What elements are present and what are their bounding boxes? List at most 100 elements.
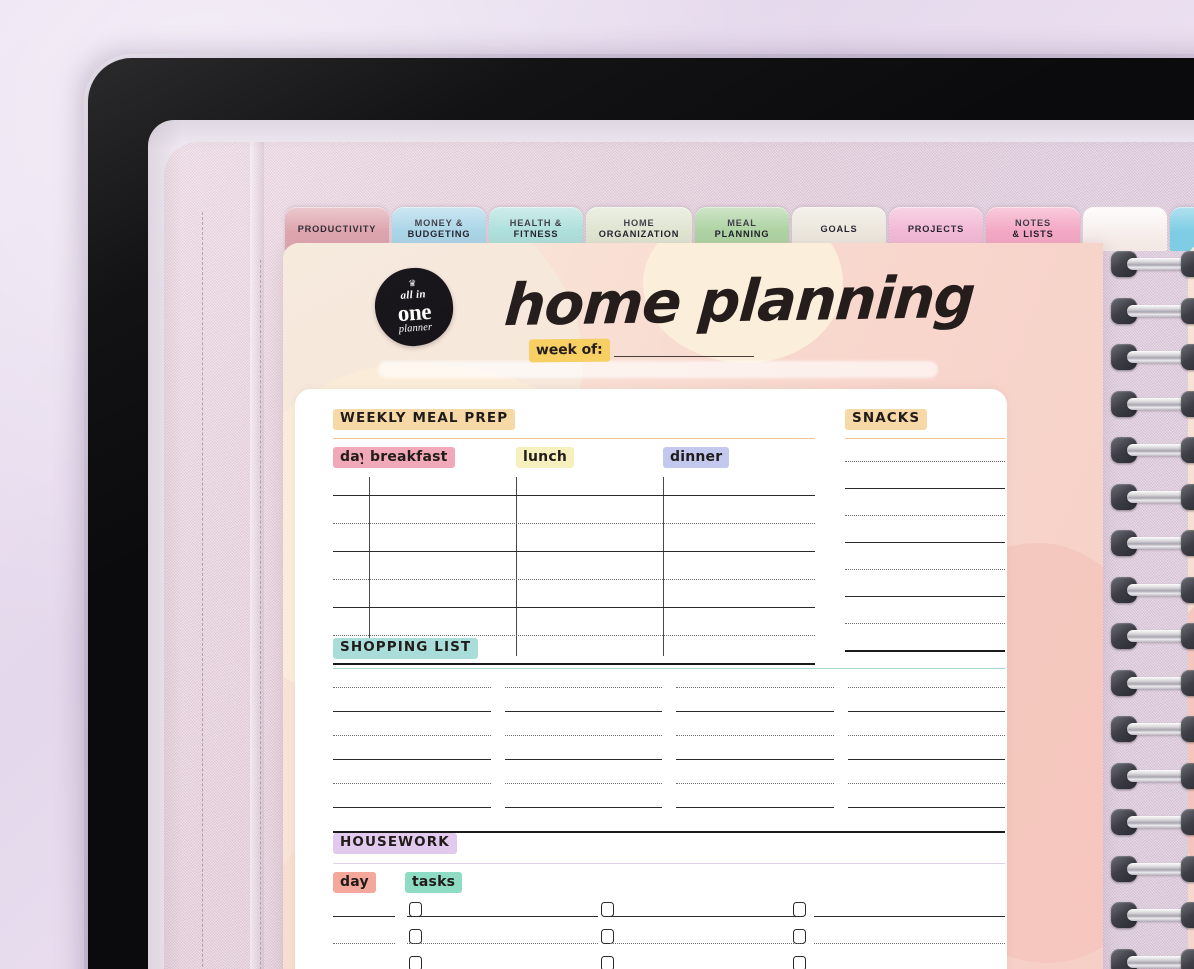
binder-ring-cap <box>1181 344 1194 370</box>
shopping-write-line[interactable] <box>504 710 662 712</box>
binder-ring <box>1111 483 1194 510</box>
housework-day-line[interactable] <box>333 942 395 944</box>
binder-ring <box>1111 437 1194 463</box>
shopping-write-line[interactable] <box>504 758 662 760</box>
snack-write-line[interactable] <box>845 514 1005 516</box>
housework-task-line[interactable] <box>813 915 1005 917</box>
binder-ring <box>1111 623 1194 649</box>
week-of-label: week of: <box>528 338 610 363</box>
shopping-list-grid[interactable] <box>333 686 1005 835</box>
snacks-write-lines[interactable] <box>845 460 1005 656</box>
snack-write-line[interactable] <box>845 568 1005 570</box>
column-header-lunch: lunch <box>516 446 574 468</box>
binder-ring <box>1111 576 1194 603</box>
snacks-section: SNACKS <box>845 407 1005 656</box>
shopping-row <box>333 782 1005 784</box>
snack-write-line[interactable] <box>845 541 1005 543</box>
shopping-write-line[interactable] <box>676 806 834 808</box>
shopping-write-line[interactable] <box>676 686 834 688</box>
meal-prep-grid[interactable] <box>333 476 815 665</box>
housework-task-line[interactable] <box>610 915 802 917</box>
task-checkbox[interactable] <box>601 928 614 944</box>
housework-task-line[interactable] <box>407 942 599 944</box>
binder-ring-cap <box>1181 483 1194 510</box>
cover-fold <box>250 142 264 969</box>
housework-day-line[interactable] <box>333 915 395 917</box>
meal-write-line[interactable] <box>333 522 815 524</box>
binder-ring-cap <box>1181 623 1194 649</box>
snack-write-line[interactable] <box>845 595 1005 597</box>
section-rule <box>333 437 815 439</box>
column-header-tasks: tasks <box>405 871 463 893</box>
shopping-write-line[interactable] <box>676 710 834 712</box>
shopping-list-label: SHOPPING LIST <box>333 638 479 659</box>
shopping-write-line[interactable] <box>333 686 491 688</box>
binder-ring-cap <box>1181 390 1194 417</box>
cover-stitching-inner <box>260 260 261 969</box>
content-card: WEEKLY MEAL PREP day breakfast lunch din… <box>295 389 1007 969</box>
shopping-write-line[interactable] <box>333 782 491 784</box>
task-checkbox[interactable] <box>601 901 614 917</box>
planner-pages: ♛ all in one planner home planning week … <box>283 243 1194 969</box>
task-checkbox[interactable] <box>409 955 422 969</box>
binder-ring <box>1111 762 1194 789</box>
snack-write-line[interactable] <box>845 622 1005 624</box>
all-in-one-planner-logo[interactable]: ♛ all in one planner <box>372 265 456 349</box>
task-checkbox[interactable] <box>793 928 806 944</box>
shopping-write-line[interactable] <box>333 710 491 712</box>
binder-ring <box>1111 344 1194 370</box>
logo-line-3: planner <box>398 321 433 336</box>
week-of-field[interactable]: week of: <box>528 338 754 363</box>
shopping-write-line[interactable] <box>847 782 1005 784</box>
housework-task-line[interactable] <box>407 915 599 917</box>
shopping-row <box>333 734 1005 736</box>
shopping-write-line[interactable] <box>676 758 834 760</box>
shopping-write-line[interactable] <box>847 734 1005 736</box>
shopping-write-line[interactable] <box>333 758 491 760</box>
binder-ring <box>1111 902 1194 928</box>
shopping-write-line[interactable] <box>504 806 662 808</box>
shopping-write-line[interactable] <box>676 782 834 784</box>
binder-ring <box>1111 948 1194 969</box>
shopping-write-line[interactable] <box>504 686 662 688</box>
binder-ring-cap <box>1181 948 1194 969</box>
housework-section: HOUSEWORK day tasks <box>333 831 1005 969</box>
snack-write-line[interactable] <box>845 487 1005 489</box>
binder-ring-cap <box>1181 855 1194 882</box>
meal-write-line[interactable] <box>333 578 815 580</box>
meal-write-line[interactable] <box>333 550 815 552</box>
column-divider <box>663 476 664 656</box>
binder-ring <box>1111 251 1194 277</box>
snack-write-line[interactable] <box>845 460 1005 462</box>
binder-ring-cap <box>1181 809 1194 835</box>
task-checkbox[interactable] <box>409 928 422 944</box>
binder-ring-cap <box>1181 902 1194 928</box>
housework-task-line[interactable] <box>813 942 1005 944</box>
housework-row <box>333 942 1005 944</box>
meal-prep-column-headers: day breakfast lunch dinner <box>333 446 815 475</box>
task-checkbox[interactable] <box>793 901 806 917</box>
binder-ring <box>1111 530 1194 556</box>
housework-task-line[interactable] <box>610 942 802 944</box>
task-checkbox[interactable] <box>409 901 422 917</box>
shopping-write-line[interactable] <box>504 734 662 736</box>
shopping-write-line[interactable] <box>847 686 1005 688</box>
column-header-day: day <box>333 871 376 893</box>
shopping-write-line[interactable] <box>847 806 1005 808</box>
binder-ring <box>1111 297 1194 324</box>
shopping-write-line[interactable] <box>504 782 662 784</box>
task-checkbox[interactable] <box>793 955 806 969</box>
shopping-write-line[interactable] <box>847 710 1005 712</box>
meal-write-line[interactable] <box>333 494 815 496</box>
meal-write-line[interactable] <box>333 606 815 608</box>
binder-ring-cap <box>1181 762 1194 789</box>
shopping-write-line[interactable] <box>333 734 491 736</box>
snacks-label: SNACKS <box>845 409 928 430</box>
shopping-write-line[interactable] <box>847 758 1005 760</box>
housework-grid[interactable] <box>333 898 1005 969</box>
housework-checkboxes[interactable] <box>333 898 1005 969</box>
week-of-input-line[interactable] <box>613 356 754 357</box>
task-checkbox[interactable] <box>601 955 614 969</box>
shopping-write-line[interactable] <box>676 734 834 736</box>
shopping-write-line[interactable] <box>333 806 491 808</box>
